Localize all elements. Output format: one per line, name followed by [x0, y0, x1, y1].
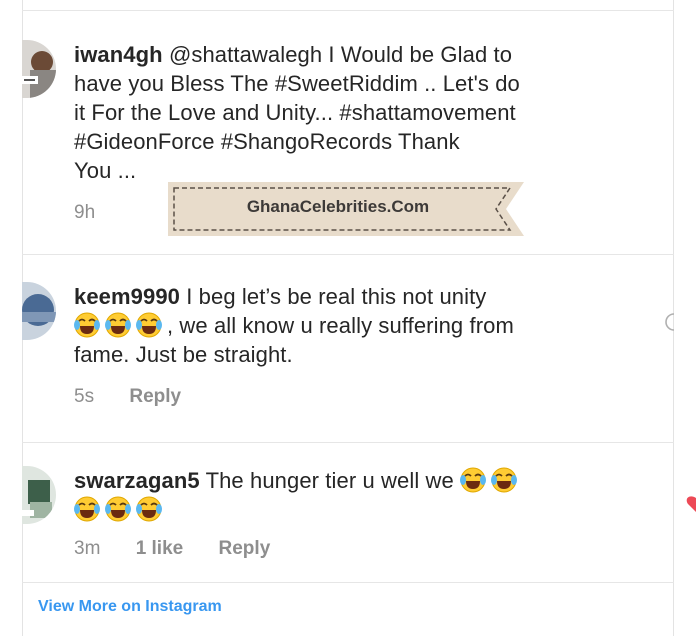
comment-meta: 9h: [74, 202, 125, 224]
timestamp: 5s: [74, 386, 95, 407]
comment-line: , we all know u really suffering from: [167, 313, 514, 338]
avatar[interactable]: [22, 282, 56, 340]
comment-line: it For the Love and Unity... #shattamove…: [74, 100, 516, 125]
likes-count[interactable]: 1 like: [136, 538, 184, 559]
username-link[interactable]: swarzagan5: [74, 468, 200, 493]
top-divider: [22, 10, 674, 11]
comment-text: swarzagan5 The hunger tier u well we: [74, 466, 634, 524]
laughing-tears-emoji-icon: [136, 312, 162, 338]
comment-text: keem9990 I beg let’s be real this not un…: [74, 282, 634, 369]
chat-icon[interactable]: [662, 312, 676, 337]
comment-meta: 5s Reply: [74, 386, 211, 408]
comment-line: have you Bless The #SweetRiddim .. Let's…: [74, 71, 520, 96]
comment-line: @shattawalegh I Would be Glad to: [168, 42, 513, 67]
divider: [22, 442, 674, 443]
watermark-banner: GhanaCelebrities.Com: [168, 182, 524, 236]
comment-text: iwan4gh @shattawalegh I Would be Glad to…: [74, 40, 634, 185]
divider: [22, 254, 674, 255]
reply-button[interactable]: Reply: [219, 538, 271, 559]
laughing-tears-emoji-icon: [136, 496, 162, 522]
avatar[interactable]: [22, 466, 56, 524]
timestamp: 3m: [74, 538, 101, 559]
laughing-tears-emoji-icon: [105, 312, 131, 338]
reply-button[interactable]: Reply: [129, 386, 181, 407]
view-more-link[interactable]: View More on Instagram: [38, 598, 222, 616]
comment-line: fame. Just be straight.: [74, 342, 293, 367]
comment-line: The hunger tier u well we: [205, 468, 454, 493]
username-link[interactable]: iwan4gh: [74, 42, 163, 67]
comment-meta: 3m 1 like Reply: [74, 538, 300, 560]
divider: [22, 582, 674, 583]
timestamp: 9h: [74, 202, 96, 223]
laughing-tears-emoji-icon: [460, 467, 487, 493]
comment-line: I beg let’s be real this not unity: [186, 284, 487, 309]
avatar[interactable]: [22, 40, 56, 98]
comment-item: keem9990 I beg let’s be real this not un…: [22, 282, 674, 422]
comment-item: swarzagan5 The hunger tier u well we 3m …: [22, 466, 674, 576]
heart-icon[interactable]: [682, 492, 696, 519]
watermark-text: GhanaCelebrities.Com: [246, 197, 430, 216]
username-link[interactable]: keem9990: [74, 284, 180, 309]
comment-line: #GideonForce #ShangoRecords Thank: [74, 129, 460, 154]
laughing-tears-emoji-icon: [105, 496, 131, 522]
laughing-tears-emoji-icon: [74, 312, 100, 338]
laughing-tears-emoji-icon: [74, 496, 100, 522]
laughing-tears-emoji-icon: [491, 467, 518, 493]
comment-line: You ...: [74, 158, 137, 183]
